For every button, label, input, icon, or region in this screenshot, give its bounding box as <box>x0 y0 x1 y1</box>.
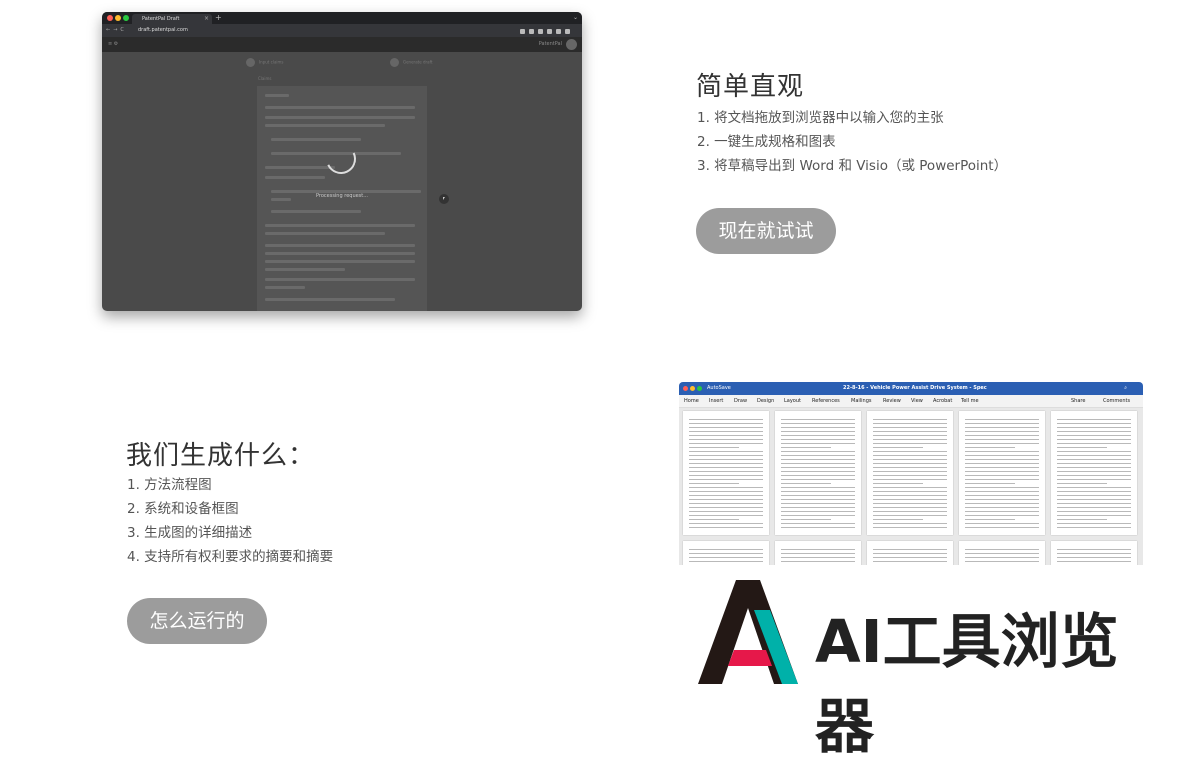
step-2-label: Generate draft <box>403 59 433 65</box>
list-item: 2. 系统和设备框图 <box>127 501 239 517</box>
try-now-button[interactable]: 现在就试试 <box>696 208 836 254</box>
document-page <box>1051 541 1137 565</box>
tab-title: PatentPal Draft <box>142 16 180 22</box>
document-page <box>683 411 769 535</box>
app-header: ≡ ⚙ PatentPal <box>102 37 582 52</box>
document-page <box>775 411 861 535</box>
ribbon-tab-mailings: Mailings <box>851 398 872 404</box>
site-logo: AI工具浏览器 <box>698 580 1138 761</box>
logo-text: AI工具浏览器 <box>815 607 1119 761</box>
ribbon-tab-home: Home <box>684 398 699 404</box>
ribbon-tab-acrobat: Acrobat <box>933 398 953 404</box>
document-page <box>683 541 769 565</box>
nav-arrows-icon: ←→C <box>106 27 127 33</box>
list-item: 3. 将草稿导出到 Word 和 Visio（或 PowerPoint） <box>697 158 1008 174</box>
logo-mark-icon <box>698 580 798 684</box>
app-brand: PatentPal <box>538 41 562 47</box>
avatar <box>566 39 577 50</box>
list-item: 1. 将文档拖放到浏览器中以输入您的主张 <box>697 110 944 126</box>
list-item: 1. 方法流程图 <box>127 477 212 493</box>
document-page <box>775 541 861 565</box>
list-item: 4. 支持所有权利要求的摘要和摘要 <box>127 549 334 565</box>
processing-message: Processing request... <box>315 193 369 199</box>
extension-icons <box>516 27 576 34</box>
ribbon-tab-tell-me: Tell me <box>961 398 979 404</box>
browser-url-bar: ←→C draft.patentpal.com <box>102 24 582 37</box>
app-screenshot-browser: PatentPal Draft × + ⌄ ←→C draft.patentpa… <box>102 12 582 311</box>
list-item: 2. 一键生成规格和图表 <box>697 134 836 150</box>
share-button: Share <box>1071 398 1086 404</box>
menu-icon: ≡ ⚙ <box>108 41 119 47</box>
maximize-window-icon <box>123 15 129 21</box>
browser-tab: PatentPal Draft × <box>132 14 212 24</box>
mouse-cursor-icon <box>439 194 449 204</box>
chevron-down-icon: ⌄ <box>572 14 578 21</box>
list-item: 3. 生成图的详细描述 <box>127 525 253 541</box>
search-icon: ⌕ <box>1124 385 1127 391</box>
step-1: Input claims <box>246 58 283 67</box>
claims-label: Claims <box>258 76 272 81</box>
word-title-bar: AutoSave 22-8-16 - Vehicle Power Assist … <box>679 382 1143 395</box>
step-1-label: Input claims <box>259 59 284 65</box>
app-screenshot-word: AutoSave 22-8-16 - Vehicle Power Assist … <box>679 382 1143 565</box>
url-text: draft.patentpal.com <box>138 27 188 33</box>
step-2: Generate draft <box>390 58 433 67</box>
document-page <box>867 411 953 535</box>
ribbon-tab-draw: Draw <box>734 398 748 404</box>
close-window-icon <box>107 15 113 21</box>
document-page <box>959 411 1045 535</box>
section-title-simple: 简单直观 <box>696 72 805 102</box>
autosave-label: AutoSave <box>707 385 731 391</box>
close-tab-icon: × <box>203 15 209 22</box>
how-it-works-button[interactable]: 怎么运行的 <box>127 598 267 644</box>
document-title: 22-8-16 - Vehicle Power Assist Drive Sys… <box>843 385 987 391</box>
minimize-window-icon <box>115 15 121 21</box>
section-title-what-we-generate: 我们生成什么： <box>126 441 316 471</box>
word-ribbon-tabs: Home Insert Draw Design Layout Reference… <box>679 395 1143 408</box>
feature-list-generate: 1. 方法流程图 2. 系统和设备框图 3. 生成图的详细描述 4. 支持所有权… <box>127 473 333 569</box>
document-page <box>867 541 953 565</box>
ribbon-tab-references: References <box>812 398 840 404</box>
ribbon-tab-design: Design <box>757 398 775 404</box>
document-page <box>1051 411 1137 535</box>
ribbon-tab-review: Review <box>883 398 901 404</box>
ribbon-tab-insert: Insert <box>709 398 724 404</box>
comments-button: Comments <box>1103 398 1131 404</box>
document-page <box>959 541 1045 565</box>
new-tab-icon: + <box>215 13 222 22</box>
feature-list-simple: 1. 将文档拖放到浏览器中以输入您的主张 2. 一键生成规格和图表 3. 将草稿… <box>697 106 1007 178</box>
ribbon-tab-view: View <box>911 398 923 404</box>
browser-tab-bar: PatentPal Draft × + ⌄ <box>102 12 582 24</box>
ribbon-tab-layout: Layout <box>784 398 801 404</box>
